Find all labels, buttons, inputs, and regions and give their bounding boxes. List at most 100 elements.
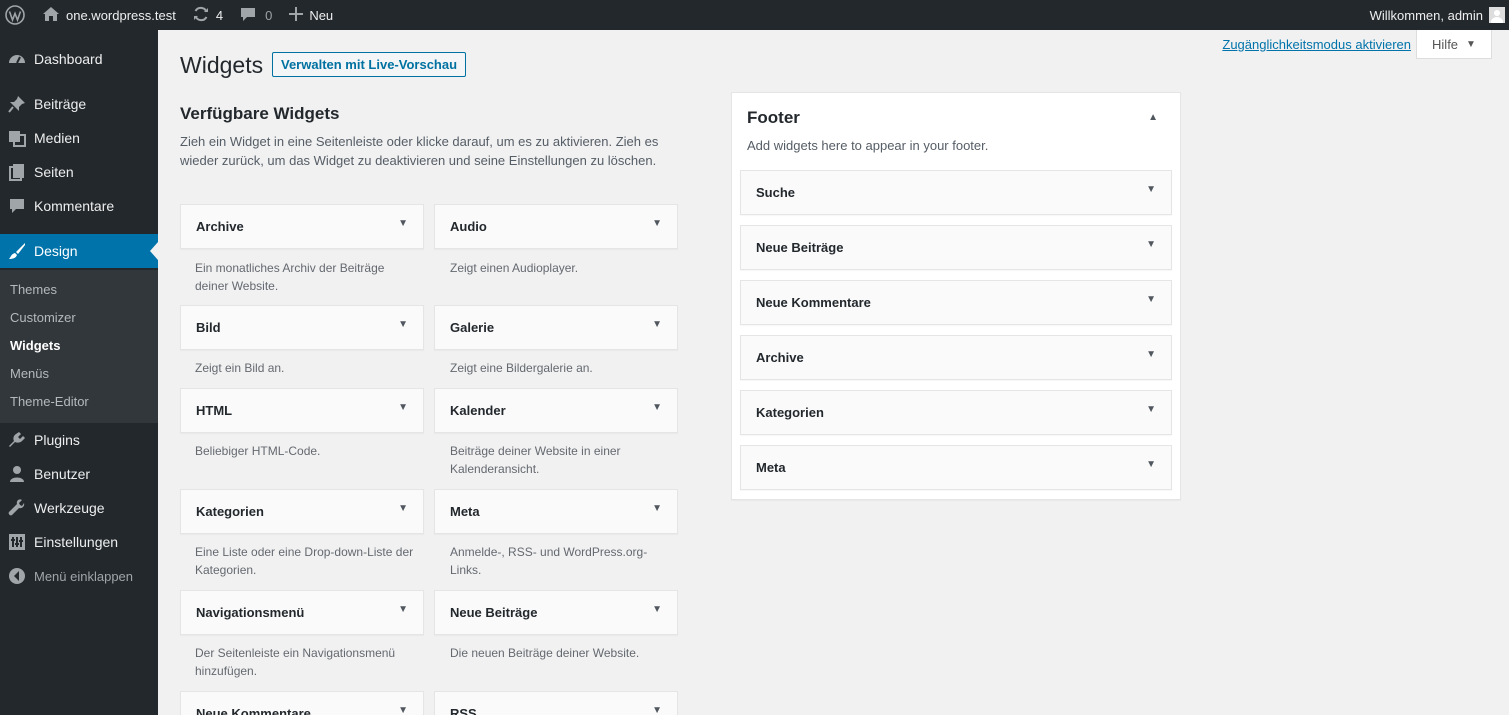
footer-sidebar[interactable]: Footer ▲ Add widgets here to appear in y…: [731, 92, 1181, 500]
widget-title: Kategorien: [196, 504, 264, 519]
caret-down-icon[interactable]: ▼: [652, 319, 662, 330]
updates-link[interactable]: 4: [192, 0, 223, 30]
main-content: Widgets Verwalten mit Live-Vorschau Zugä…: [158, 30, 1509, 715]
caret-down-icon[interactable]: ▼: [652, 402, 662, 413]
caret-down-icon[interactable]: ▼: [652, 604, 662, 615]
widget-image[interactable]: Bild ▼: [180, 305, 424, 350]
widget-title: Neue Beiträge: [756, 240, 844, 255]
avatar: [1489, 7, 1505, 23]
pin-icon: [0, 87, 34, 121]
widget-calendar[interactable]: Kalender ▼: [434, 388, 678, 433]
menu-item-media[interactable]: Medien: [0, 121, 158, 155]
widget-title: Kategorien: [756, 405, 824, 420]
widget-archive[interactable]: Archive ▼: [180, 204, 424, 249]
comments-link[interactable]: 0: [239, 0, 272, 30]
plus-icon: [289, 6, 304, 24]
new-content-link[interactable]: Neu: [289, 0, 333, 30]
caret-down-icon[interactable]: ▼: [398, 218, 408, 229]
widget-description: Beiträge deiner Website in einer Kalende…: [450, 444, 621, 476]
update-icon: [192, 5, 210, 26]
caret-down-icon[interactable]: ▼: [1146, 404, 1156, 415]
widget-title: Navigationsmenü: [196, 605, 305, 620]
widget-categories[interactable]: Kategorien ▼: [180, 489, 424, 534]
sidebar-widget-categories[interactable]: Kategorien ▼: [740, 390, 1172, 435]
widget-title: Neue Beiträge: [450, 605, 538, 620]
menu-item-comments[interactable]: Kommentare: [0, 189, 158, 223]
widget-recent-posts[interactable]: Neue Beiträge ▼: [434, 590, 678, 635]
updates-count: 4: [215, 7, 224, 23]
sidebar-widget-meta[interactable]: Meta ▼: [740, 445, 1172, 490]
help-label: Hilfe: [1432, 36, 1459, 52]
caret-down-icon[interactable]: ▼: [398, 503, 408, 514]
pages-icon: [0, 155, 34, 189]
submenu-item-customizer[interactable]: Customizer: [10, 310, 76, 325]
sidebar-title: Footer: [747, 108, 800, 127]
user-icon: [0, 457, 34, 491]
widget-gallery[interactable]: Galerie ▼: [434, 305, 678, 350]
sidebar-description: Add widgets here to appear in your foote…: [747, 138, 989, 153]
widget-html[interactable]: HTML ▼: [180, 388, 424, 433]
submenu-item-theme-editor[interactable]: Theme-Editor: [10, 394, 89, 409]
submenu-item-themes[interactable]: Themes: [10, 282, 57, 297]
caret-down-icon[interactable]: ▼: [1146, 239, 1156, 250]
accessibility-mode-link[interactable]: Zugänglichkeitsmodus aktivieren: [1222, 37, 1411, 52]
caret-down-icon[interactable]: ▼: [1146, 184, 1156, 195]
collapse-icon: [0, 559, 34, 593]
sidebar-widget-search[interactable]: Suche ▼: [740, 170, 1172, 215]
menu-item-dashboard[interactable]: Dashboard: [0, 42, 158, 76]
comments-count: 0: [265, 7, 273, 23]
menu-item-users[interactable]: Benutzer: [0, 457, 158, 491]
caret-up-icon[interactable]: ▲: [1148, 112, 1158, 123]
widget-title: Kalender: [450, 403, 506, 418]
wordpress-logo-icon[interactable]: [0, 0, 30, 30]
collapse-menu-button[interactable]: Menü einklappen: [0, 559, 158, 593]
sidebar-widget-recent-posts[interactable]: Neue Beiträge ▼: [740, 225, 1172, 270]
menu-item-tools[interactable]: Werkzeuge: [0, 491, 158, 525]
caret-down-icon[interactable]: ▼: [398, 402, 408, 413]
menu-item-design[interactable]: Design: [0, 234, 158, 268]
my-account-link[interactable]: Willkommen, admin: [1370, 0, 1509, 30]
widget-title: Archive: [756, 350, 804, 365]
widget-title: Meta: [756, 460, 786, 475]
widget-recent-comments[interactable]: Neue Kommentare ▼: [180, 691, 424, 715]
site-name: one.wordpress.test: [66, 7, 176, 23]
widget-navigation-menu[interactable]: Navigationsmenü ▼: [180, 590, 424, 635]
widget-title: RSS: [450, 706, 477, 715]
caret-down-icon[interactable]: ▼: [1146, 294, 1156, 305]
submenu-item-menus[interactable]: Menüs: [10, 366, 49, 381]
widget-description: Zeigt ein Bild an.: [195, 361, 285, 375]
caret-down-icon[interactable]: ▼: [1146, 459, 1156, 470]
help-tab-button[interactable]: Hilfe ▼: [1416, 30, 1492, 59]
widget-description: Eine Liste oder eine Drop-down-Liste der…: [195, 545, 414, 577]
widget-title: Galerie: [450, 320, 495, 335]
admin-bar: one.wordpress.test 4 0 Neu Willkommen, a…: [0, 0, 1509, 30]
widget-audio[interactable]: Audio ▼: [434, 204, 678, 249]
sidebar-widget-archive[interactable]: Archive ▼: [740, 335, 1172, 380]
widget-description: Der Seitenleiste ein Navigationsmenü hin…: [195, 646, 396, 678]
menu-item-pages[interactable]: Seiten: [0, 155, 158, 189]
caret-down-icon[interactable]: ▼: [652, 503, 662, 514]
widget-rss[interactable]: RSS ▼: [434, 691, 678, 715]
available-widgets-description: Zieh ein Widget in eine Seitenleiste ode…: [180, 134, 659, 168]
menu-item-posts[interactable]: Beiträge: [0, 87, 158, 121]
caret-down-icon[interactable]: ▼: [398, 705, 408, 715]
site-link[interactable]: one.wordpress.test: [42, 0, 176, 30]
widget-description: Beliebiger HTML-Code.: [195, 444, 321, 458]
caret-down-icon[interactable]: ▼: [398, 604, 408, 615]
widget-meta[interactable]: Meta ▼: [434, 489, 678, 534]
widget-title: Archive: [196, 219, 244, 234]
live-preview-button[interactable]: Verwalten mit Live-Vorschau: [272, 52, 467, 77]
available-widgets-heading: Verfügbare Widgets: [180, 104, 340, 123]
caret-down-icon[interactable]: ▼: [1146, 349, 1156, 360]
menu-item-plugins[interactable]: Plugins: [0, 423, 158, 457]
menu-item-settings[interactable]: Einstellungen: [0, 525, 158, 559]
plugin-icon: [0, 423, 34, 457]
caret-down-icon[interactable]: ▼: [652, 218, 662, 229]
caret-down-icon[interactable]: ▼: [652, 705, 662, 715]
caret-down-icon[interactable]: ▼: [398, 319, 408, 330]
widget-title: Bild: [196, 320, 221, 335]
widget-title: Suche: [756, 185, 796, 200]
sidebar-widget-recent-comments[interactable]: Neue Kommentare ▼: [740, 280, 1172, 325]
design-submenu: Themes Customizer Widgets Menüs Theme-Ed…: [0, 270, 158, 423]
submenu-item-widgets[interactable]: Widgets: [10, 338, 60, 353]
